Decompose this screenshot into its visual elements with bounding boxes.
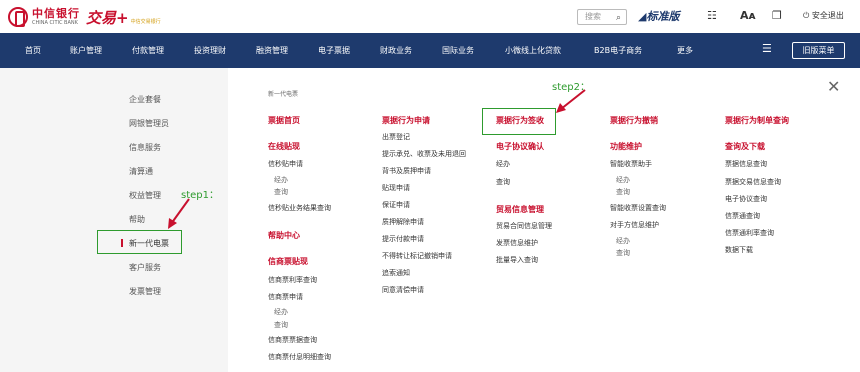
product-logo-text: 交易+ bbox=[86, 8, 129, 27]
main-navbar: 首页 账户管理 付款管理 投资理财 融资管理 电子票据 财政业务 国际业务 小微… bbox=[0, 33, 860, 68]
menu-sublink[interactable]: 查询 bbox=[274, 187, 288, 197]
menu-link[interactable]: 信秒贴业务结果查询 bbox=[268, 203, 331, 213]
menu-link[interactable]: 信商票利率查询 bbox=[268, 275, 317, 285]
section-title[interactable]: 电子协议确认 bbox=[496, 141, 544, 152]
search-placeholder: 搜索 bbox=[585, 12, 601, 21]
calendar-icon[interactable]: ☷ bbox=[707, 9, 717, 22]
version-label[interactable]: ◢标准版 bbox=[638, 8, 679, 24]
highlight-box-step1 bbox=[97, 230, 182, 254]
section-title[interactable]: 在线贴现 bbox=[268, 141, 300, 152]
nav-item-invest[interactable]: 投资理财 bbox=[194, 45, 226, 56]
left-menu-item[interactable]: 网银管理员 bbox=[129, 118, 169, 129]
nav-item-fiscal[interactable]: 财政业务 bbox=[380, 45, 412, 56]
nav-item-home[interactable]: 首页 bbox=[25, 45, 41, 56]
menu-link[interactable]: 出票登记 bbox=[382, 132, 410, 142]
panel-breadcrumb: 新一代电票 bbox=[268, 91, 299, 98]
power-icon: ⏻ bbox=[803, 11, 810, 20]
step2-arrow bbox=[556, 89, 586, 113]
nav-item-ebill[interactable]: 电子票据 bbox=[318, 45, 350, 56]
menu-sublink[interactable]: 经办 bbox=[274, 307, 288, 317]
menu-sublink[interactable]: 经办 bbox=[274, 175, 288, 185]
menu-link[interactable]: 提示付款申请 bbox=[382, 234, 424, 244]
menu-link[interactable]: 票据交易信息查询 bbox=[725, 177, 781, 187]
menu-link[interactable]: 信秒贴申请 bbox=[268, 159, 303, 169]
menu-link[interactable]: 提示承兑、收票及未用退回 bbox=[382, 149, 466, 159]
left-menu-item[interactable]: 清算通 bbox=[129, 166, 153, 177]
user-settings-icon[interactable]: ☰ bbox=[762, 42, 776, 56]
menu-sublink[interactable]: 查询 bbox=[616, 248, 630, 258]
nav-item-account[interactable]: 账户管理 bbox=[70, 45, 102, 56]
nav-item-intl[interactable]: 国际业务 bbox=[442, 45, 474, 56]
menu-link[interactable]: 经办 bbox=[496, 159, 510, 169]
menu-link[interactable]: 信商票付息明细查询 bbox=[268, 352, 331, 362]
left-menu-item[interactable]: 权益管理 bbox=[129, 190, 161, 201]
product-logo: 交易+ 中信交易银行 bbox=[86, 6, 161, 28]
close-icon[interactable]: ✕ bbox=[827, 77, 840, 96]
menu-link[interactable]: 不得转让标记撤销申请 bbox=[382, 251, 452, 261]
section-title-target[interactable]: 票据行为签收 bbox=[496, 115, 544, 126]
logout-button[interactable]: ⏻ 安全退出 bbox=[803, 10, 844, 21]
section-title[interactable]: 帮助中心 bbox=[268, 230, 300, 241]
menu-sublink[interactable]: 查询 bbox=[274, 320, 288, 330]
menu-link[interactable]: 背书及质押申请 bbox=[382, 166, 431, 176]
menu-sublink[interactable]: 查询 bbox=[616, 187, 630, 197]
old-menu-button[interactable]: 旧版菜单 bbox=[792, 42, 845, 59]
section-title[interactable]: 票据行为申请 bbox=[382, 115, 430, 126]
menu-link[interactable]: 信票通利率查询 bbox=[725, 228, 774, 238]
font-size-icon[interactable]: Aᴀ bbox=[740, 9, 756, 22]
left-menu-item[interactable]: 发票管理 bbox=[129, 286, 161, 297]
menu-link[interactable]: 数据下载 bbox=[725, 245, 753, 255]
bank-name-en: CHINA CITIC BANK bbox=[32, 20, 78, 26]
citic-logo-icon bbox=[8, 7, 28, 27]
section-title[interactable]: 票据首页 bbox=[268, 115, 300, 126]
logout-label: 安全退出 bbox=[811, 11, 844, 20]
menu-panel: 企业套餐 网银管理员 信息服务 清算通 权益管理 帮助 新一代电票 客户服务 发… bbox=[0, 68, 860, 372]
step1-arrow bbox=[168, 198, 190, 229]
left-menu-item[interactable]: 客户服务 bbox=[129, 262, 161, 273]
section-title[interactable]: 票据行为制单查询 bbox=[725, 115, 789, 126]
menu-link[interactable]: 查询 bbox=[496, 177, 510, 187]
menu-link[interactable]: 追索通知 bbox=[382, 268, 410, 278]
section-title[interactable]: 贸易信息管理 bbox=[496, 204, 544, 215]
citic-logo[interactable]: 中信银行 CHINA CITIC BANK bbox=[8, 6, 80, 28]
nav-item-b2b[interactable]: B2B电子商务 bbox=[594, 45, 642, 56]
section-title[interactable]: 功能维护 bbox=[610, 141, 642, 152]
menu-sublink[interactable]: 经办 bbox=[616, 236, 630, 246]
top-header: 中信银行 CHINA CITIC BANK 交易+ 中信交易银行 搜索 ⌕ ◢标… bbox=[0, 0, 860, 33]
bank-name: 中信银行 bbox=[32, 7, 80, 20]
left-menu-item[interactable]: 帮助 bbox=[129, 214, 145, 225]
menu-link[interactable]: 票据信息查询 bbox=[725, 159, 767, 169]
left-menu-item[interactable]: 信息服务 bbox=[129, 142, 161, 153]
version-text: 标准版 bbox=[646, 10, 680, 23]
search-icon[interactable]: ⌕ bbox=[616, 11, 621, 25]
menu-link[interactable]: 信票通查询 bbox=[725, 211, 760, 221]
menu-link[interactable]: 批量导入查询 bbox=[496, 255, 538, 265]
window-icon[interactable]: ❐ bbox=[772, 9, 782, 22]
menu-sublink[interactable]: 经办 bbox=[616, 175, 630, 185]
nav-item-finance[interactable]: 融资管理 bbox=[256, 45, 288, 56]
search-input[interactable]: 搜索 ⌕ bbox=[577, 9, 627, 25]
menu-link[interactable]: 对手方信息维护 bbox=[610, 220, 659, 230]
menu-link[interactable]: 智能收票助手 bbox=[610, 159, 652, 169]
menu-link[interactable]: 保证申请 bbox=[382, 200, 410, 210]
nav-item-payment[interactable]: 付款管理 bbox=[132, 45, 164, 56]
menu-link[interactable]: 信商票票据查询 bbox=[268, 335, 317, 345]
menu-link[interactable]: 贴现申请 bbox=[382, 183, 410, 193]
menu-link[interactable]: 信商票申请 bbox=[268, 292, 303, 302]
menu-link[interactable]: 智能收票设置查询 bbox=[610, 203, 666, 213]
nav-item-micro-loan[interactable]: 小微线上化贷款 bbox=[505, 45, 561, 56]
menu-link[interactable]: 电子协议查询 bbox=[725, 194, 767, 204]
left-menu-item[interactable]: 企业套餐 bbox=[129, 94, 161, 105]
section-title[interactable]: 信商票贴现 bbox=[268, 256, 308, 267]
section-title[interactable]: 票据行为撤销 bbox=[610, 115, 658, 126]
product-logo-sub: 中信交易银行 bbox=[130, 18, 161, 25]
menu-link[interactable]: 贸易合同信息管理 bbox=[496, 221, 552, 231]
menu-link[interactable]: 质押解除申请 bbox=[382, 217, 424, 227]
nav-item-more[interactable]: 更多 bbox=[677, 45, 693, 56]
section-title[interactable]: 查询及下载 bbox=[725, 141, 765, 152]
menu-link[interactable]: 发票信息维护 bbox=[496, 238, 538, 248]
menu-link[interactable]: 同意清偿申请 bbox=[382, 285, 424, 295]
